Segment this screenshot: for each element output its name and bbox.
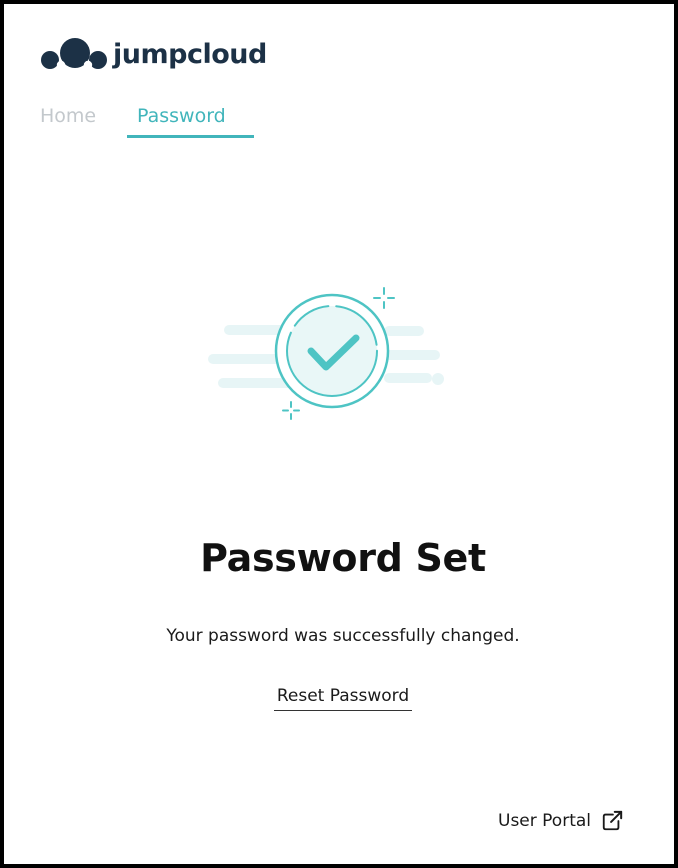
external-link-icon: [602, 810, 623, 831]
reset-password-link[interactable]: Reset Password: [274, 686, 412, 711]
success-message: Your password was successfully changed.: [166, 626, 520, 646]
page-title: Password Set: [200, 536, 486, 580]
user-portal-label: User Portal: [498, 811, 591, 831]
brand-name: jumpcloud: [113, 39, 267, 70]
cloud-logo-icon: [41, 38, 107, 76]
active-tab-indicator: [127, 135, 254, 138]
tab-home[interactable]: Home: [40, 102, 96, 130]
success-checkmark-icon: [208, 287, 444, 420]
app-window: jumpcloud Home Password Password Set You…: [0, 0, 678, 868]
tab-password[interactable]: Password: [127, 102, 254, 130]
user-portal-link[interactable]: User Portal: [498, 810, 623, 832]
jumpcloud-logo[interactable]: jumpcloud: [39, 34, 267, 78]
